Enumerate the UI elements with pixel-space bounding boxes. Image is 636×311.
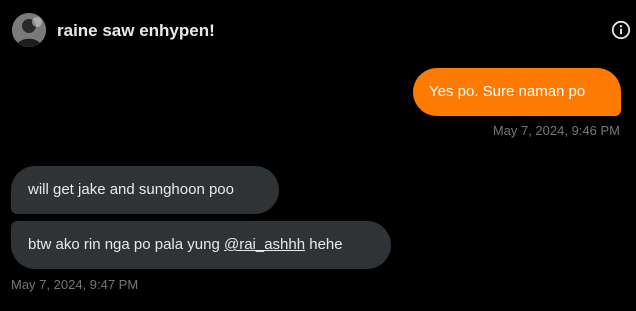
conversation-header: raine saw enhypen! [0,0,636,62]
sent-timestamp: May 7, 2024, 9:46 PM [492,123,620,138]
user-mention-link[interactable]: @rai_ashhh [224,236,305,253]
received-timestamp: May 7, 2024, 9:47 PM [11,277,139,292]
info-icon [611,20,631,40]
message-text: btw ako rin nga po pala yung [28,236,224,253]
sent-message-bubble[interactable]: Yes po. Sure naman po [413,68,621,116]
message-text: will get jake and sunghoon poo [28,181,234,198]
info-button[interactable] [611,20,631,40]
avatar[interactable] [12,13,46,47]
message-text: hehe [305,236,343,253]
conversation-title[interactable]: raine saw enhypen! [57,20,215,42]
received-message-bubble[interactable]: will get jake and sunghoon poo [11,166,279,214]
message-text: Yes po. Sure naman po [429,83,586,100]
profile-avatar-icon [12,13,46,47]
received-message-bubble[interactable]: btw ako rin nga po pala yung @rai_ashhh … [11,221,391,269]
